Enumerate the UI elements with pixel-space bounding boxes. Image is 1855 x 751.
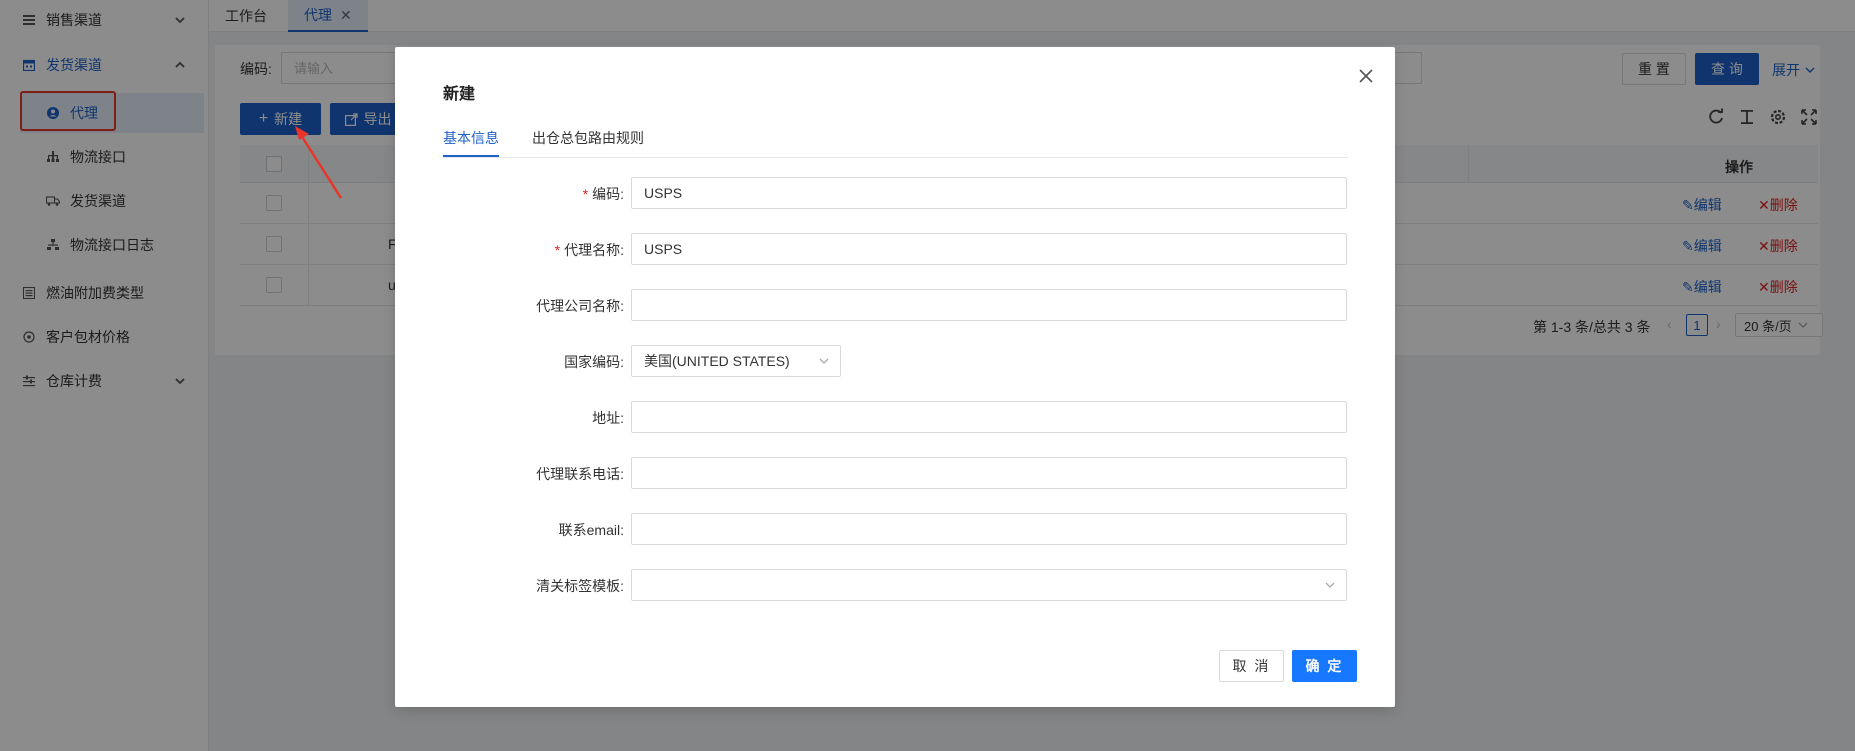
email-field[interactable] — [631, 513, 1347, 545]
phone-field[interactable] — [631, 457, 1347, 489]
customs-template-field-label: 清关标签模板: — [536, 578, 624, 594]
confirm-button[interactable]: 确 定 — [1292, 650, 1357, 682]
address-field[interactable] — [631, 401, 1347, 433]
tab-outbound-routing-rules[interactable]: 出仓总包路由规则 — [532, 128, 644, 148]
company-name-field-label: 代理公司名称: — [536, 298, 624, 314]
annotation-arrow-icon — [295, 126, 343, 199]
company-name-field[interactable] — [631, 289, 1347, 321]
agent-name-field-value: USPS — [644, 241, 683, 257]
code-field-label: * 编码: — [449, 184, 624, 204]
tab-basic-info[interactable]: 基本信息 — [443, 128, 499, 148]
country-code-field-label: 国家编码: — [564, 354, 624, 370]
chevron-down-icon — [1325, 582, 1335, 588]
close-icon[interactable] — [1355, 65, 1377, 87]
email-field-label: 联系email: — [558, 522, 624, 538]
agent-name-field-label: * 代理名称: — [449, 240, 624, 260]
customs-template-select[interactable] — [631, 569, 1347, 601]
chevron-down-icon — [819, 358, 829, 364]
label-text: 编码: — [592, 186, 624, 202]
code-field[interactable]: USPS — [631, 177, 1347, 209]
new-agent-dialog: 新建 基本信息 出仓总包路由规则 * 编码: USPS * 代理名称: USPS 代… — [395, 47, 1395, 707]
phone-field-label: 代理联系电话: — [536, 466, 624, 482]
dialog-title: 新建 — [443, 86, 476, 103]
required-mark: * — [582, 186, 589, 202]
cancel-button[interactable]: 取 消 — [1219, 650, 1284, 682]
tab-divider — [443, 157, 1348, 158]
address-field-label: 地址: — [592, 410, 624, 426]
label-text: 代理名称: — [564, 242, 624, 258]
required-mark: * — [554, 242, 561, 258]
code-field-value: USPS — [644, 185, 683, 201]
country-code-select[interactable]: 美国(UNITED STATES) — [631, 345, 841, 377]
agent-name-field[interactable]: USPS — [631, 233, 1347, 265]
country-code-value: 美国(UNITED STATES) — [644, 353, 790, 369]
